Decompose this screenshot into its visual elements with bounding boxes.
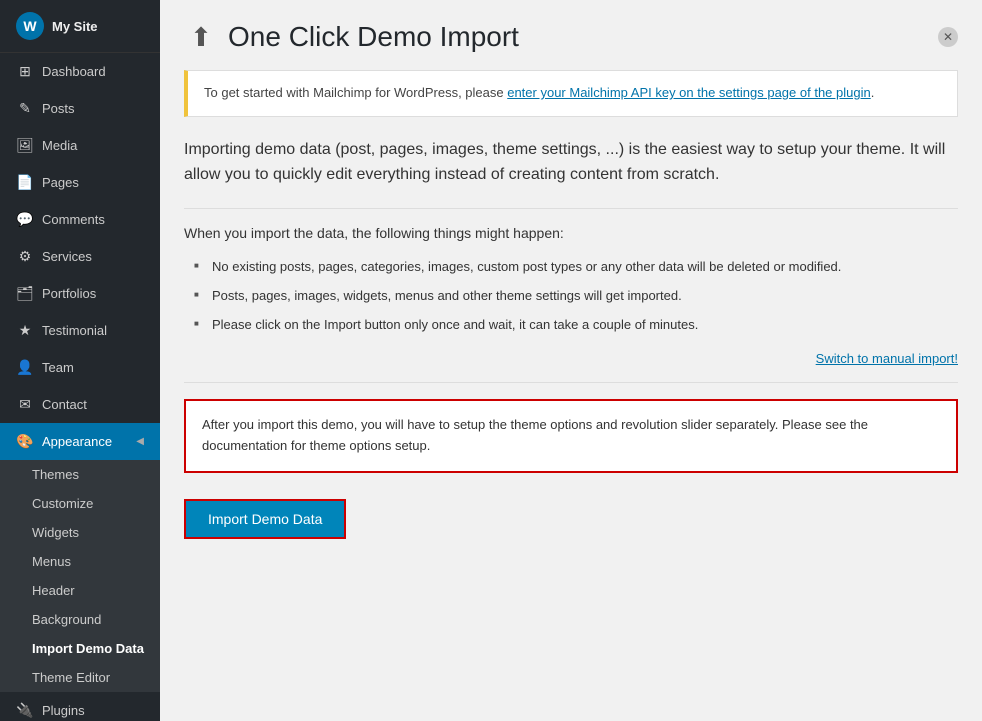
site-name: My Site (52, 19, 98, 34)
team-icon: 👤 (16, 359, 34, 376)
import-demo-button[interactable]: Import Demo Data (184, 499, 346, 539)
sidebar-subitem-header[interactable]: Header (0, 576, 160, 605)
sidebar-item-appearance[interactable]: 🎨 Appearance ◀ (0, 423, 160, 460)
sidebar-subitem-menus[interactable]: Menus (0, 547, 160, 576)
switch-to-manual-link[interactable]: Switch to manual import! (816, 351, 958, 366)
sidebar-subitem-widgets[interactable]: Widgets (0, 518, 160, 547)
close-button[interactable]: ✕ (938, 27, 958, 47)
sidebar-item-contact[interactable]: ✉ Contact (0, 386, 160, 423)
sidebar-subitem-import-demo[interactable]: Import Demo Data (0, 634, 160, 663)
sidebar-item-pages[interactable]: 📄 Pages (0, 164, 160, 201)
mailchimp-api-link[interactable]: enter your Mailchimp API key on the sett… (507, 85, 871, 100)
upload-icon: ⬆ (184, 20, 218, 54)
mailchimp-notice: To get started with Mailchimp for WordPr… (184, 70, 958, 117)
pages-icon: 📄 (16, 174, 34, 191)
bullet-item-2: Posts, pages, images, widgets, menus and… (194, 282, 958, 311)
warning-box: After you import this demo, you will hav… (184, 399, 958, 473)
divider-1 (184, 208, 958, 209)
sidebar: W My Site ⊞ Dashboard ✎ Posts 🖼 Media 📄 … (0, 0, 160, 721)
switch-link-row: Switch to manual import! (184, 351, 958, 366)
posts-icon: ✎ (16, 100, 34, 117)
sidebar-logo: W My Site (0, 0, 160, 53)
dashboard-icon: ⊞ (16, 63, 34, 80)
main-content: ⬆ One Click Demo Import ✕ To get started… (160, 0, 982, 721)
sidebar-item-testimonial[interactable]: ★ Testimonial (0, 312, 160, 349)
wp-logo-icon: W (16, 12, 44, 40)
contact-icon: ✉ (16, 396, 34, 413)
sidebar-item-comments[interactable]: 💬 Comments (0, 201, 160, 238)
sidebar-item-posts[interactable]: ✎ Posts (0, 90, 160, 127)
sidebar-item-plugins[interactable]: 🔌 Plugins (0, 692, 160, 721)
sidebar-item-portfolios[interactable]: 🗂 Portfolios (0, 275, 160, 312)
sidebar-item-media[interactable]: 🖼 Media (0, 127, 160, 164)
services-icon: ⚙ (16, 248, 34, 265)
portfolios-icon: 🗂 (16, 285, 34, 302)
testimonial-icon: ★ (16, 322, 34, 339)
bullet-item-1: No existing posts, pages, categories, im… (194, 253, 958, 282)
page-title: ⬆ One Click Demo Import (184, 20, 519, 54)
sidebar-subitem-background[interactable]: Background (0, 605, 160, 634)
plugins-icon: 🔌 (16, 702, 34, 719)
media-icon: 🖼 (16, 137, 34, 154)
sidebar-subitem-themes[interactable]: Themes (0, 460, 160, 489)
appearance-submenu: Themes Customize Widgets Menus Header Ba… (0, 460, 160, 692)
comments-icon: 💬 (16, 211, 34, 228)
bullet-list: No existing posts, pages, categories, im… (184, 253, 958, 339)
sidebar-subitem-customize[interactable]: Customize (0, 489, 160, 518)
bullet-item-3: Please click on the Import button only o… (194, 311, 958, 340)
sidebar-subitem-theme-editor[interactable]: Theme Editor (0, 663, 160, 692)
import-button-row: Import Demo Data (184, 489, 958, 539)
description-text: Importing demo data (post, pages, images… (184, 137, 958, 188)
sidebar-item-team[interactable]: 👤 Team (0, 349, 160, 386)
appearance-icon: 🎨 (16, 433, 34, 450)
divider-2 (184, 382, 958, 383)
chevron-right-icon: ◀ (136, 436, 144, 447)
sidebar-item-dashboard[interactable]: ⊞ Dashboard (0, 53, 160, 90)
sidebar-item-services[interactable]: ⚙ Services (0, 238, 160, 275)
import-section-heading: When you import the data, the following … (184, 225, 958, 241)
page-title-row: ⬆ One Click Demo Import ✕ (184, 20, 958, 54)
